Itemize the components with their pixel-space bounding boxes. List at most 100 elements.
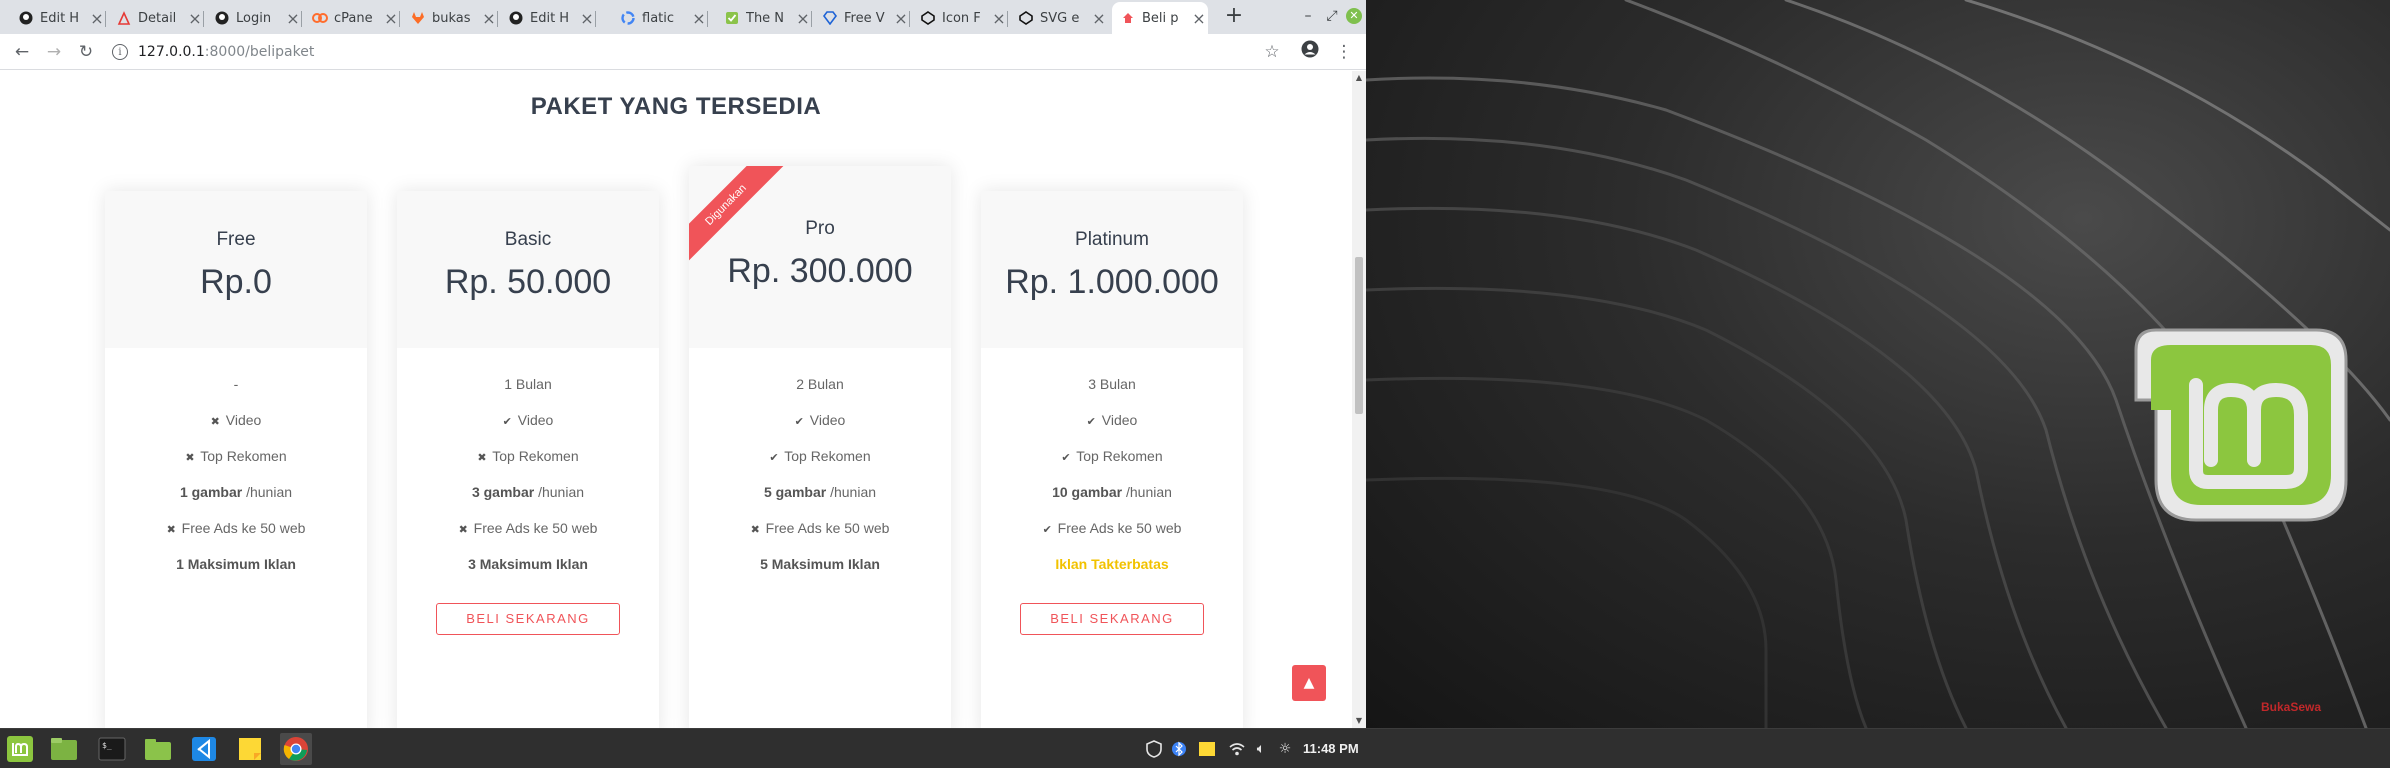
- forward-icon[interactable]: →: [42, 40, 66, 64]
- tab-6[interactable]: flatic ×: [612, 2, 708, 34]
- close-icon[interactable]: ×: [690, 9, 708, 28]
- image-count: 10 gambar: [1052, 484, 1123, 500]
- close-icon[interactable]: ×: [794, 9, 812, 28]
- tab-10[interactable]: SVG e ×: [1010, 2, 1108, 34]
- vscode-icon[interactable]: [188, 733, 220, 765]
- feature-label: Top Rekomen: [1076, 448, 1163, 464]
- tab-5[interactable]: Edit H ×: [500, 2, 596, 34]
- feature-free-ads: ✖ Free Ads ke 50 web: [105, 520, 367, 536]
- chrome-icon[interactable]: [280, 733, 312, 765]
- scroll-down-arrow[interactable]: ▼: [1355, 716, 1363, 725]
- terminal-icon[interactable]: $_: [96, 733, 128, 765]
- brightness-icon[interactable]: ☼: [1274, 739, 1296, 759]
- scrollbar-thumb[interactable]: [1355, 257, 1363, 414]
- maximize-icon[interactable]: ⤢: [1324, 8, 1340, 24]
- close-icon[interactable]: ×: [284, 9, 302, 28]
- cpanel-icon: [312, 10, 328, 26]
- close-icon[interactable]: ×: [990, 9, 1008, 28]
- check-icon: ✔: [1086, 416, 1096, 428]
- page-scrollbar[interactable]: ▲ ▼: [1352, 71, 1366, 728]
- plan-card-basic: Basic Rp. 50.000 1 Bulan ✔ Video ✖ Top R…: [397, 191, 659, 728]
- close-icon[interactable]: ×: [88, 9, 106, 28]
- notes-icon[interactable]: [234, 733, 266, 765]
- gitlab-icon: [410, 10, 426, 26]
- minimize-icon[interactable]: –: [1300, 8, 1316, 24]
- scroll-up-arrow[interactable]: ▲: [1355, 73, 1363, 82]
- notes-tray-icon[interactable]: [1196, 739, 1218, 759]
- feature-label: Free Ads ke 50 web: [765, 520, 890, 536]
- plan-card-free: Free Rp.0 - ✖ Video ✖ Top Rekomen 1 gamb…: [105, 191, 367, 728]
- image-unit: /hunian: [242, 484, 293, 500]
- info-icon[interactable]: i: [112, 44, 128, 60]
- cross-icon: ✖: [166, 524, 176, 536]
- close-window-icon[interactable]: ✕: [1346, 8, 1362, 24]
- close-icon[interactable]: ×: [186, 9, 204, 28]
- scroll-to-top-button[interactable]: ▲: [1292, 665, 1326, 701]
- tab-strip: Edit H × Detail × Login × cPane × bukas …: [0, 0, 1366, 34]
- tab-11-active[interactable]: Beli p ×: [1112, 2, 1208, 34]
- check-icon: ✔: [502, 416, 512, 428]
- plan-price: Rp. 50.000: [444, 263, 612, 301]
- tab-label: cPane: [334, 10, 373, 26]
- feature-top-rekomen: ✔ Top Rekomen: [689, 448, 951, 464]
- browser-window: Edit H × Detail × Login × cPane × bukas …: [0, 0, 1366, 728]
- bookmark-star-icon[interactable]: ☆: [1260, 40, 1284, 64]
- mint-menu-icon[interactable]: [4, 733, 36, 765]
- buy-now-button[interactable]: BELI SEKARANG: [1020, 603, 1204, 635]
- feature-label: Free Ads ke 50 web: [181, 520, 306, 536]
- cross-icon: ✖: [750, 524, 760, 536]
- close-icon[interactable]: ×: [1190, 9, 1208, 28]
- github-icon: [214, 10, 230, 26]
- diamond-icon: [822, 10, 838, 26]
- close-icon[interactable]: ×: [578, 9, 596, 28]
- buy-now-button[interactable]: BELI SEKARANG: [436, 603, 620, 635]
- tab-7[interactable]: The N ×: [716, 2, 812, 34]
- wifi-icon[interactable]: [1226, 739, 1248, 759]
- feature-top-rekomen: ✔ Top Rekomen: [981, 448, 1243, 464]
- tab-4[interactable]: bukas ×: [402, 2, 498, 34]
- github-icon: [18, 10, 34, 26]
- plan-name: Pro: [805, 218, 835, 239]
- tab-1[interactable]: Detail ×: [108, 2, 204, 34]
- plan-price: Rp. 300.000: [727, 252, 913, 290]
- volume-icon[interactable]: 🔈︎: [1250, 739, 1272, 759]
- close-icon[interactable]: ×: [480, 9, 498, 28]
- url-host: 127.0.0.1: [138, 44, 205, 60]
- feature-video: ✔ Video: [397, 412, 659, 428]
- browser-toolbar: ← → ↻ i 127.0.0.1:8000/belipaket ☆ ⋮: [0, 34, 1366, 70]
- tab-0[interactable]: Edit H ×: [10, 2, 106, 34]
- feature-label: Video: [809, 412, 846, 428]
- feature-max-ads: 3 Maksimum Iklan: [468, 556, 588, 572]
- close-icon[interactable]: ×: [892, 9, 910, 28]
- address-bar[interactable]: i 127.0.0.1:8000/belipaket: [112, 39, 1292, 65]
- reload-icon[interactable]: ↻: [74, 40, 98, 64]
- menu-dots-icon[interactable]: ⋮: [1332, 40, 1356, 64]
- image-unit: /hunian: [826, 484, 877, 500]
- tab-label: Edit H: [40, 10, 80, 26]
- back-icon[interactable]: ←: [10, 40, 34, 64]
- feature-label: Free Ads ke 50 web: [1057, 520, 1182, 536]
- image-unit: /hunian: [534, 484, 585, 500]
- close-icon[interactable]: ×: [382, 9, 400, 28]
- plan-name: Free: [216, 229, 256, 250]
- feature-video: ✖ Video: [105, 412, 367, 428]
- tab-8[interactable]: Free V ×: [814, 2, 910, 34]
- feature-label: Video: [1101, 412, 1138, 428]
- clock[interactable]: 11:48 PM: [1303, 741, 1359, 756]
- tab-label: Free V: [844, 10, 885, 26]
- files-icon[interactable]: [48, 733, 80, 765]
- tab-2[interactable]: Login ×: [206, 2, 302, 34]
- feature-images: 5 gambar /hunian: [689, 484, 951, 500]
- check-icon: [724, 10, 740, 26]
- tab-9[interactable]: Icon F ×: [912, 2, 1008, 34]
- folder-icon[interactable]: [142, 733, 174, 765]
- tab-label: The N: [746, 10, 785, 26]
- shield-icon[interactable]: [1145, 739, 1163, 759]
- account-icon[interactable]: [1298, 40, 1322, 64]
- tab-3[interactable]: cPane ×: [304, 2, 400, 34]
- bluetooth-icon[interactable]: [1170, 739, 1188, 759]
- tab-label: Edit H: [530, 10, 570, 26]
- close-icon[interactable]: ×: [1090, 9, 1108, 28]
- new-tab-button[interactable]: +: [1222, 5, 1246, 29]
- feature-images: 10 gambar /hunian: [981, 484, 1243, 500]
